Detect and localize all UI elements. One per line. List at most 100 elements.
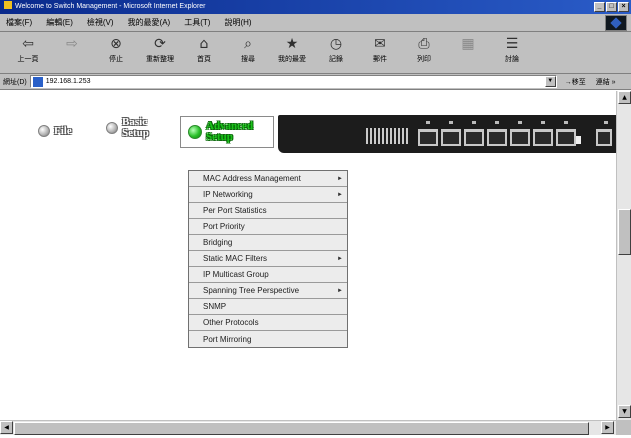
toolbar-label: 首頁 (197, 56, 211, 63)
back-arrow-icon: ⇦ (22, 36, 34, 52)
toolbar-label: 重新整理 (146, 56, 174, 63)
nav-advanced-setup[interactable]: Advanced Setup (180, 116, 274, 148)
switch-port (418, 129, 438, 146)
switch-port-led (604, 121, 608, 124)
toolbar: ⇦ 上一頁 ⇨ ⊗ 停止 ⟳ 重新整理 ⌂ 首頁 ⌕ 搜尋 ★ 我的最愛 ◷ 記錄 ✉ 郵件 ⎙ 列印 ▦ ☰ 討論 (0, 32, 631, 74)
toolbar-button-back-arrow[interactable]: ⇦ 上一頁 (6, 32, 50, 72)
file-radio-icon (38, 125, 50, 137)
toolbar-button-stop[interactable]: ⊗ 停止 (94, 32, 138, 72)
menu-item-per-port-statistics[interactable]: Per Port Statistics (189, 203, 347, 219)
switch-led-array (366, 128, 408, 144)
toolbar-button-home[interactable]: ⌂ 首頁 (182, 32, 226, 72)
vertical-scroll-thumb[interactable] (618, 209, 631, 255)
menu-item-ip-networking[interactable]: IP Networking ► (189, 187, 347, 203)
menu-item-other-protocols[interactable]: Other Protocols (189, 315, 347, 331)
address-value: 192.168.1.253 (45, 78, 91, 85)
scrollbar-corner (616, 420, 631, 435)
menu-item-spanning-tree-perspective[interactable]: Spanning Tree Perspective ► (189, 283, 347, 299)
submenu-arrow-icon: ► (337, 287, 343, 294)
window-controls: _ □ × (594, 2, 629, 12)
menu-item-label: Port Mirroring (203, 334, 252, 344)
menubar-item-2[interactable]: 檢視(V) (87, 17, 114, 28)
toolbar-button-mail[interactable]: ✉ 郵件 (358, 32, 402, 72)
submenu-arrow-icon: ► (337, 255, 343, 262)
page-icon (32, 76, 43, 87)
toolbar-button-search[interactable]: ⌕ 搜尋 (226, 32, 270, 72)
nav-advanced-setup-label: Advanced Setup (206, 121, 253, 143)
horizontal-scrollbar[interactable]: ◀ ▶ (0, 420, 616, 435)
switch-port-led (518, 121, 522, 124)
discuss-icon: ☰ (505, 36, 519, 52)
toolbar-label: 列印 (417, 56, 431, 63)
links-button[interactable]: 連結 » (596, 77, 616, 87)
minimize-button[interactable]: _ (594, 2, 605, 12)
scroll-left-button[interactable]: ◀ (0, 421, 13, 434)
address-input[interactable]: 192.168.1.253 ▼ (29, 75, 557, 88)
menu-item-label: IP Multicast Group (203, 270, 269, 279)
vertical-scrollbar[interactable]: ▲ ▼ (616, 91, 631, 420)
nav-basic-setup-label: Basic Setup (122, 117, 149, 139)
menubar-item-0[interactable]: 檔案(F) (6, 17, 32, 28)
nav-basic-setup[interactable]: Basic Setup (106, 117, 149, 139)
forward-arrow-icon: ⇨ (66, 36, 78, 52)
menubar-item-1[interactable]: 編輯(E) (46, 17, 73, 28)
switch-port (556, 129, 576, 146)
menu-bar: 檔案(F) 編輯(E) 檢視(V) 我的最愛(A) 工具(T) 說明(H) (0, 14, 631, 32)
menu-item-label: Per Port Statistics (203, 206, 267, 215)
nav-advanced-setup-line2: Setup (206, 131, 233, 143)
scroll-down-button[interactable]: ▼ (618, 405, 631, 418)
address-dropdown-button[interactable]: ▼ (544, 76, 556, 87)
favorites-icon: ★ (285, 36, 299, 52)
toolbar-label: 上一頁 (17, 56, 39, 63)
switch-port (464, 129, 484, 146)
toolbar-button-favorites[interactable]: ★ 我的最愛 (270, 32, 314, 72)
menu-item-label: IP Networking (203, 190, 253, 199)
menubar-item-3[interactable]: 我的最愛(A) (128, 17, 171, 28)
menu-item-label: Other Protocols (203, 318, 259, 327)
toolbar-button-print[interactable]: ⎙ 列印 (402, 32, 446, 72)
horizontal-scroll-thumb[interactable] (14, 422, 589, 435)
switch-port (533, 129, 553, 146)
submenu-arrow-icon: ► (337, 175, 343, 182)
toolbar-button-history[interactable]: ◷ 記錄 (314, 32, 358, 72)
menu-item-ip-multicast-group[interactable]: IP Multicast Group (189, 267, 347, 283)
maximize-button[interactable]: □ (606, 2, 617, 12)
ie-logo-icon (4, 1, 12, 9)
toolbar-button-edit[interactable]: ▦ (446, 32, 490, 72)
menu-item-label: Static MAC Filters (203, 254, 268, 263)
page-content: File Basic Setup Advanced Setup MAC Addr… (0, 91, 616, 420)
menu-item-snmp[interactable]: SNMP (189, 299, 347, 315)
menu-item-label: Spanning Tree Perspective (203, 286, 300, 295)
toolbar-button-refresh[interactable]: ⟳ 重新整理 (138, 32, 182, 72)
menu-item-port-priority[interactable]: Port Priority (189, 219, 347, 235)
menu-item-bridging[interactable]: Bridging (189, 235, 347, 251)
toolbar-button-discuss[interactable]: ☰ 討論 (490, 32, 534, 72)
print-icon: ⎙ (418, 36, 430, 52)
refresh-icon: ⟳ (154, 36, 166, 52)
nav-basic-setup-line2: Setup (122, 127, 149, 139)
advanced-setup-menu: MAC Address Management ► IP Networking ► Per… (188, 170, 348, 348)
nav-file-label: File (54, 124, 72, 137)
scroll-right-button[interactable]: ▶ (601, 421, 614, 434)
menu-item-mac-address-management[interactable]: MAC Address Management ► (189, 171, 347, 187)
advanced-setup-radio-icon (188, 125, 202, 139)
edit-icon: ▦ (461, 36, 475, 52)
toolbar-label: 我的最愛 (278, 56, 306, 63)
window-title: Welcome to Switch Management - Microsoft… (15, 3, 206, 10)
menu-item-label: MAC Address Management (203, 174, 301, 183)
nav-file[interactable]: File (38, 125, 72, 137)
address-bar: 網址(D) 192.168.1.253 ▼ →移至 連結 » (0, 74, 631, 90)
scroll-up-button[interactable]: ▲ (618, 91, 631, 104)
switch-port-led (564, 121, 568, 124)
switch-port (596, 129, 612, 146)
mail-icon: ✉ (374, 36, 386, 52)
menubar-item-4[interactable]: 工具(T) (184, 17, 210, 28)
menubar-item-5[interactable]: 說明(H) (224, 17, 251, 28)
menu-item-static-mac-filters[interactable]: Static MAC Filters ► (189, 251, 347, 267)
menu-item-port-mirroring[interactable]: Port Mirroring (189, 331, 347, 347)
go-button[interactable]: →移至 (565, 77, 586, 87)
toolbar-button-forward-arrow[interactable]: ⇨ (50, 32, 94, 72)
toolbar-label: 搜尋 (241, 56, 255, 63)
menu-item-label: Bridging (203, 238, 233, 247)
close-button[interactable]: × (618, 2, 629, 12)
